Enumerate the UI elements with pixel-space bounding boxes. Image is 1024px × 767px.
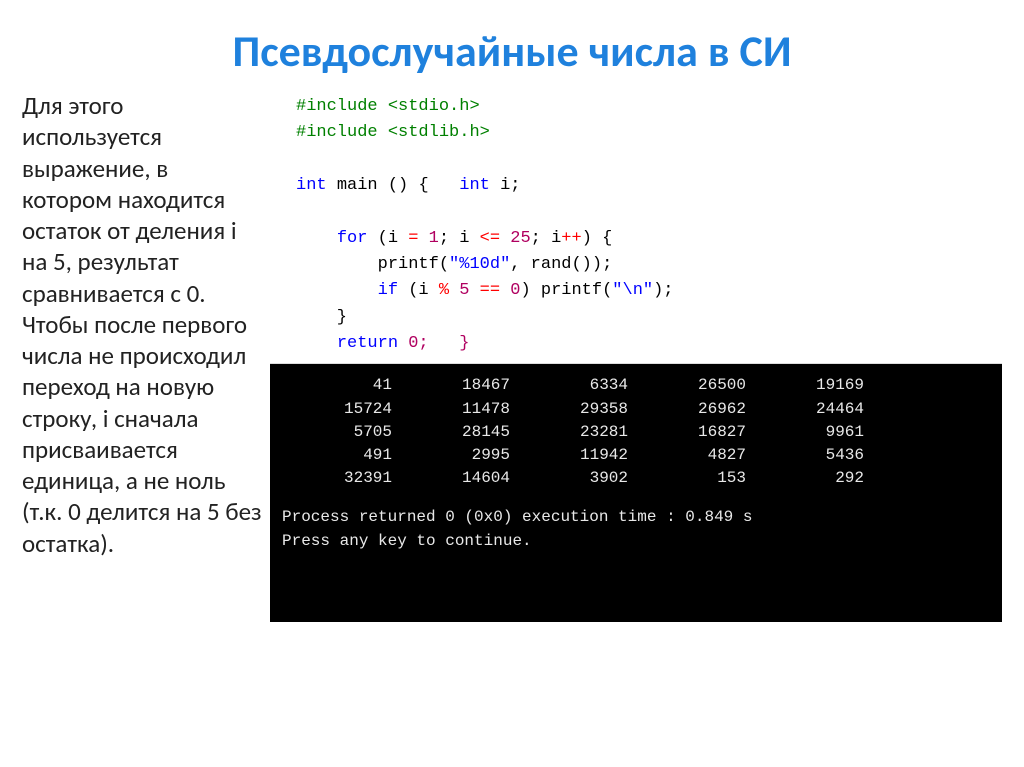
- console-cell: 28145: [400, 421, 518, 444]
- console-cell: 14604: [400, 467, 518, 490]
- close-brace-1: }: [296, 308, 347, 327]
- explanation-paragraph: Для этого используется выражение, в кото…: [22, 90, 262, 622]
- printf-call-1: printf("%10d", rand());: [378, 255, 613, 274]
- console-row: 1572411478293582696224464: [282, 398, 990, 421]
- kw-for: for: [337, 229, 368, 248]
- console-table: 4118467633426500191691572411478293582696…: [282, 374, 990, 490]
- console-cell: 11942: [518, 444, 636, 467]
- brace-open: {: [418, 176, 428, 195]
- console-status-2: Press any key to continue.: [282, 530, 990, 553]
- decl-i: i;: [500, 176, 520, 195]
- console-cell: 23281: [518, 421, 636, 444]
- console-cell: 153: [636, 467, 754, 490]
- console-cell: 26500: [636, 374, 754, 397]
- console-cell: 19169: [754, 374, 872, 397]
- console-cell: 9961: [754, 421, 872, 444]
- console-status-1: Process returned 0 (0x0) execution time …: [282, 506, 990, 529]
- console-row: 32391146043902153292: [282, 467, 990, 490]
- code-editor: #include <stdio.h> #include <stdlib.h> i…: [270, 90, 1002, 364]
- right-column: #include <stdio.h> #include <stdlib.h> i…: [262, 90, 1002, 622]
- console-cell: 5705: [282, 421, 400, 444]
- console-cell: 5436: [754, 444, 872, 467]
- fn-main: main: [337, 176, 378, 195]
- paren-close: ): [398, 176, 408, 195]
- console-cell: 24464: [754, 398, 872, 421]
- paren-open: (: [388, 176, 398, 195]
- content-body: Для этого используется выражение, в кото…: [0, 90, 1024, 622]
- console-row: 411846763342650019169: [282, 374, 990, 397]
- console-cell: 15724: [282, 398, 400, 421]
- console-output: 4118467633426500191691572411478293582696…: [270, 364, 1002, 622]
- return-rest: 0; }: [398, 334, 469, 353]
- console-cell: 11478: [400, 398, 518, 421]
- preproc-include-1: #include <stdio.h>: [296, 97, 480, 116]
- if-body: (i % 5 == 0) printf("\n");: [398, 281, 673, 300]
- kw-return: return: [337, 334, 398, 353]
- kw-int-2: int: [459, 176, 490, 195]
- kw-int: int: [296, 176, 327, 195]
- console-cell: 292: [754, 467, 872, 490]
- console-cell: 41: [282, 374, 400, 397]
- console-cell: 18467: [400, 374, 518, 397]
- console-cell: 2995: [400, 444, 518, 467]
- console-cell: 491: [282, 444, 400, 467]
- console-cell: 32391: [282, 467, 400, 490]
- console-cell: 4827: [636, 444, 754, 467]
- page-title: Псевдослучайные числа в СИ: [0, 0, 1024, 90]
- console-cell: 3902: [518, 467, 636, 490]
- kw-if: if: [378, 281, 398, 300]
- console-row: 49129951194248275436: [282, 444, 990, 467]
- console-cell: 29358: [518, 398, 636, 421]
- preproc-include-2: #include <stdlib.h>: [296, 123, 490, 142]
- console-cell: 26962: [636, 398, 754, 421]
- console-cell: 16827: [636, 421, 754, 444]
- console-row: 57052814523281168279961: [282, 421, 990, 444]
- slide: Псевдослучайные числа в СИ Для этого исп…: [0, 0, 1024, 767]
- console-cell: 6334: [518, 374, 636, 397]
- for-body: (i = 1; i <= 25; i++) {: [378, 229, 613, 248]
